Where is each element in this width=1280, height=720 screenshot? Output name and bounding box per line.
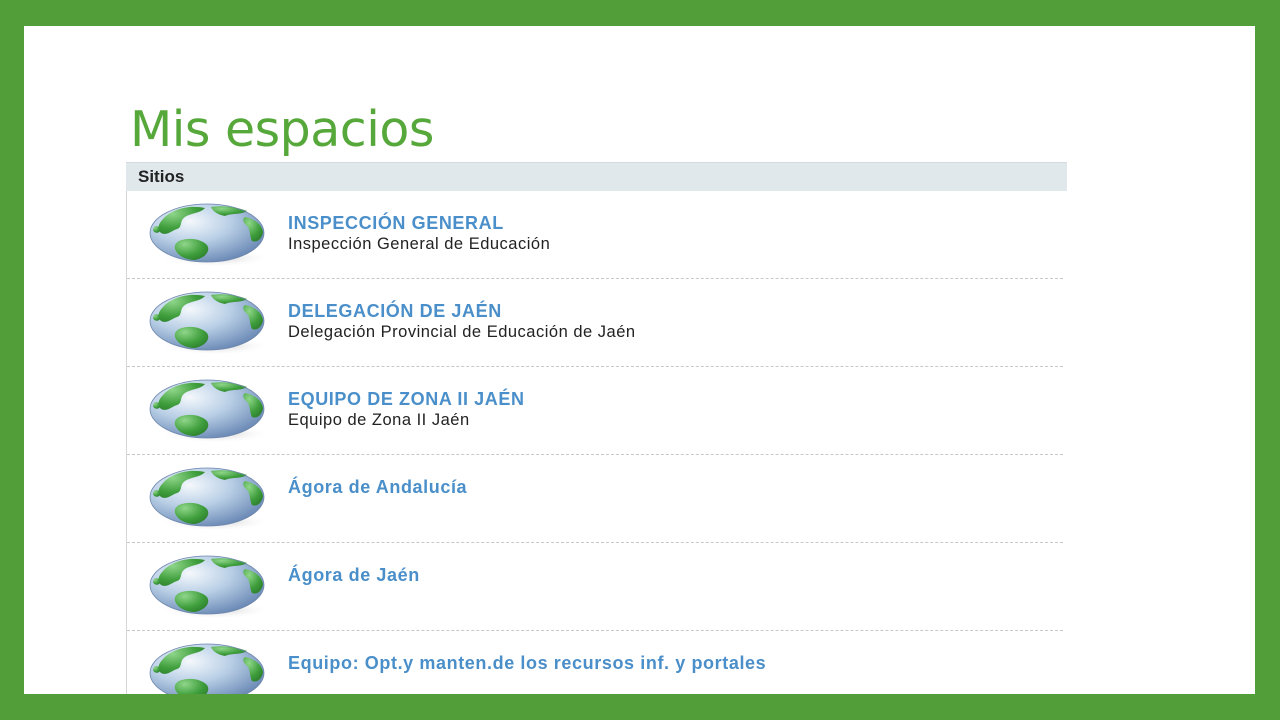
list-item: INSPECCIÓN GENERAL Inspección General de… xyxy=(127,191,1063,279)
globe-icon[interactable] xyxy=(149,555,271,621)
panel-header-label: Sitios xyxy=(138,167,185,186)
site-link[interactable]: Ágora de Jaén xyxy=(288,565,420,586)
globe-icon[interactable] xyxy=(149,203,271,269)
site-link[interactable]: Equipo: Opt.y manten.de los recursos inf… xyxy=(288,653,766,674)
list-item: Equipo: Opt.y manten.de los recursos inf… xyxy=(127,631,1063,694)
slide: Mis espacios Sitios INSPECCIÓN GENERAL I… xyxy=(24,26,1255,694)
page-title: Mis espacios xyxy=(130,101,434,158)
globe-icon[interactable] xyxy=(149,379,271,445)
site-description: Equipo de Zona II Jaén xyxy=(288,411,470,429)
site-description: Delegación Provincial de Educación de Ja… xyxy=(288,323,636,341)
site-description: Inspección General de Educación xyxy=(288,235,551,253)
panel-header: Sitios xyxy=(126,162,1067,191)
globe-icon[interactable] xyxy=(149,291,271,357)
list-item: Ágora de Jaén xyxy=(127,543,1063,631)
site-link[interactable]: EQUIPO DE ZONA II JAÉN xyxy=(288,389,525,410)
site-link[interactable]: Ágora de Andalucía xyxy=(288,477,467,498)
sites-panel: Sitios INSPECCIÓN GENERAL Inspección Gen… xyxy=(126,162,1067,694)
site-list: INSPECCIÓN GENERAL Inspección General de… xyxy=(126,191,1067,694)
list-item: DELEGACIÓN DE JAÉN Delegación Provincial… xyxy=(127,279,1063,367)
site-link[interactable]: INSPECCIÓN GENERAL xyxy=(288,213,504,234)
site-link[interactable]: DELEGACIÓN DE JAÉN xyxy=(288,301,502,322)
globe-icon[interactable] xyxy=(149,643,271,694)
list-item: Ágora de Andalucía xyxy=(127,455,1063,543)
globe-icon[interactable] xyxy=(149,467,271,533)
list-item: EQUIPO DE ZONA II JAÉN Equipo de Zona II… xyxy=(127,367,1063,455)
